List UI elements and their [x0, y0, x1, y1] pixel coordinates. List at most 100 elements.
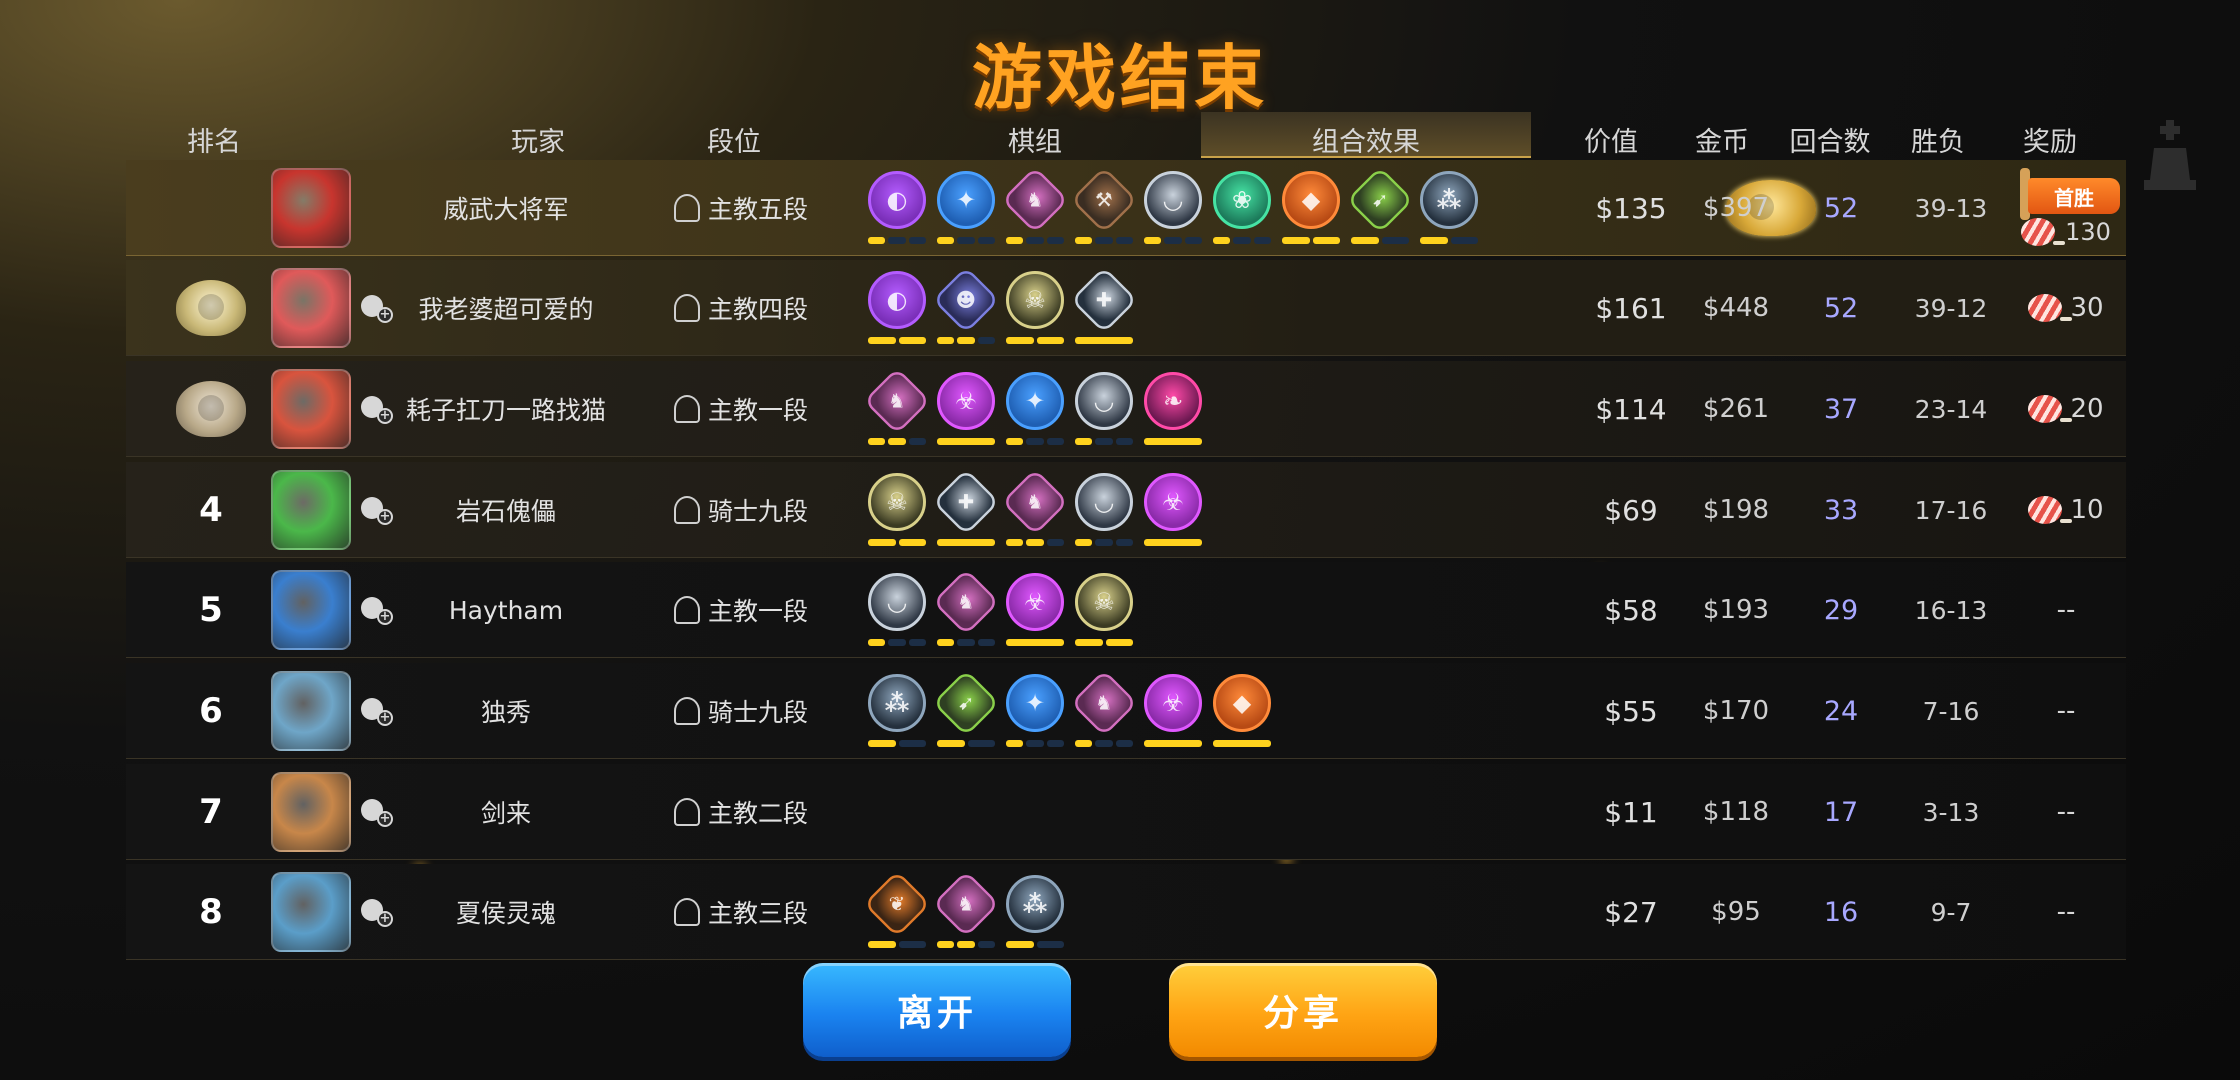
synergy-icon[interactable]: ✚	[1070, 266, 1138, 345]
avatar[interactable]	[261, 764, 361, 860]
synergy-icon[interactable]: ☠	[1004, 271, 1066, 345]
synergy-icon[interactable]: ❧	[1142, 372, 1204, 446]
add-friend-icon[interactable]: +	[351, 764, 401, 860]
synergy-icon[interactable]: ◡	[1073, 473, 1135, 547]
synergy-icon[interactable]: ❦	[863, 870, 931, 949]
share-button[interactable]: 分享	[1169, 963, 1437, 1057]
chess-piece-icon	[673, 194, 700, 222]
tier-label: 主教一段	[707, 597, 808, 626]
table-row[interactable]: 5 + Haytham 主教一段 ◡ ♞ ☣ ☠ $58 $193 29 16-13 --	[126, 562, 2126, 658]
synergy-level-bars	[937, 237, 995, 245]
synergy-icon[interactable]: ☣	[1004, 573, 1066, 647]
synergy-level-bars	[1006, 337, 1064, 345]
tab-combo-effects-label: 组合效果	[1312, 127, 1420, 158]
avatar[interactable]	[261, 663, 361, 759]
table-row[interactable]: 4 + 岩石傀儡 骑士九段 ☠ ✚ ♞ ◡ ☣ $69 $198 33 17-16 10	[126, 462, 2126, 558]
synergy-icon[interactable]: ✦	[935, 171, 997, 245]
synergy-icon[interactable]: ✦	[1004, 372, 1066, 446]
synergy-icon[interactable]: ⁂	[1418, 171, 1480, 245]
tier-label: 主教五段	[707, 195, 808, 224]
tier-cell: 骑士九段	[661, 663, 821, 759]
synergy-level-bars	[1075, 539, 1133, 547]
synergy-icon[interactable]: ➹	[1346, 166, 1414, 245]
synergy-level-bars	[1075, 740, 1133, 748]
synergy-icon[interactable]: ◡	[1073, 372, 1135, 446]
add-friend-icon[interactable]: +	[351, 462, 401, 558]
chess-king-icon	[2144, 120, 2196, 190]
header-rounds: 回合数	[1789, 127, 1871, 158]
synergy-icon[interactable]: ♞	[932, 870, 1000, 949]
leave-button[interactable]: 离开	[803, 963, 1071, 1057]
table-row[interactable]: + 耗子扛刀一路找猫 主教一段 ♞ ☣ ✦ ◡ ❧ $114 $261 37 23-14 2…	[126, 361, 2126, 457]
synergy-icon[interactable]: ◡	[866, 573, 928, 647]
chess-piece-icon	[673, 697, 700, 725]
synergy-icon[interactable]: ◐	[866, 171, 928, 245]
add-friend-icon[interactable]: +	[351, 361, 401, 457]
synergy-icon[interactable]: ♞	[932, 568, 1000, 647]
synergy-icon[interactable]: ◡	[1142, 171, 1204, 245]
header-value: 价值	[1584, 127, 1638, 158]
rounds-cell: 29	[1823, 594, 1859, 626]
synergy-icon[interactable]: ☠	[866, 473, 928, 547]
avatar[interactable]	[261, 462, 361, 558]
synergy-level-bars	[1351, 237, 1409, 245]
gold-cell: $448	[1702, 293, 1770, 323]
reward-cell: 30	[2006, 260, 2126, 356]
avatar[interactable]	[261, 260, 361, 356]
table-row[interactable]: 8 + 夏侯灵魂 主教三段 ❦ ♞ ⁂ $27 $95 16 9-7 --	[126, 864, 2126, 960]
header-synergy[interactable]: 棋组	[1008, 120, 1062, 159]
candy-icon	[2021, 218, 2066, 246]
add-friend-icon[interactable]: +	[351, 663, 401, 759]
rounds-cell: 52	[1823, 292, 1859, 324]
value-cell: $55	[1604, 694, 1658, 728]
add-friend-icon[interactable]: +	[351, 864, 401, 960]
tier-cell: 主教五段	[661, 160, 821, 256]
synergy-list: ☠ ✚ ♞ ◡ ☣	[866, 462, 1506, 558]
table-row[interactable]: + 我老婆超可爱的 主教四段 ◐ ☻ ☠ ✚ $161 $448 52 39-12 30	[126, 260, 2126, 356]
synergy-level-bars	[868, 941, 926, 949]
table-row[interactable]: 6 + 独秀 骑士九段 ⁂ ➹ ✦ ♞ ☣ ◆ $55 $170 24 7-16 --	[126, 663, 2126, 759]
synergy-level-bars	[1144, 539, 1202, 547]
reward-cell: --	[2056, 696, 2076, 726]
rank-medal-icon	[166, 361, 256, 457]
add-friend-icon[interactable]: +	[351, 260, 401, 356]
synergy-icon[interactable]: ◆	[1211, 674, 1273, 748]
value-cell: $161	[1595, 291, 1667, 325]
add-friend-icon[interactable]: +	[351, 562, 401, 658]
win-loss-cell: 3-13	[1922, 797, 1980, 827]
synergy-icon[interactable]: ⁂	[866, 674, 928, 748]
synergy-list: ❦ ♞ ⁂	[863, 864, 1506, 960]
table-row[interactable]: 威武大将军 主教五段 ◐ ✦ ♞ ⚒ ◡ ❀ ◆ ➹ ⁂ $135 $397 52 3	[126, 160, 2126, 256]
synergy-icon[interactable]: ☣	[1142, 473, 1204, 547]
reward-amount: 10	[2070, 495, 2104, 525]
synergy-icon[interactable]: ♞	[1070, 669, 1138, 748]
synergy-icon[interactable]: ➹	[932, 669, 1000, 748]
player-name: 夏侯灵魂	[455, 899, 556, 928]
synergy-icon[interactable]: ☣	[935, 372, 997, 446]
synergy-icon[interactable]: ☣	[1142, 674, 1204, 748]
tier-cell: 主教四段	[661, 260, 821, 356]
synergy-icon[interactable]: ♞	[1001, 166, 1069, 245]
gold-cell: $397	[1702, 193, 1770, 223]
synergy-icon[interactable]: ◆	[1280, 171, 1342, 245]
synergy-level-bars	[937, 639, 995, 647]
synergy-icon[interactable]: ♞	[863, 367, 931, 446]
synergy-level-bars	[1006, 740, 1064, 748]
avatar[interactable]	[261, 361, 361, 457]
synergy-icon[interactable]: ☻	[932, 266, 1000, 345]
avatar[interactable]	[261, 864, 361, 960]
table-row[interactable]: 7 + 剑来 主教二段 $11 $118 17 3-13 --	[126, 764, 2126, 860]
synergy-icon[interactable]: ♞	[1001, 468, 1069, 547]
synergy-icon[interactable]: ✦	[1004, 674, 1066, 748]
synergy-icon[interactable]: ❀	[1211, 171, 1273, 245]
synergy-icon[interactable]: ☠	[1073, 573, 1135, 647]
synergy-level-bars	[868, 337, 926, 345]
avatar[interactable]	[261, 562, 361, 658]
synergy-icon[interactable]: ⁂	[1004, 875, 1066, 949]
tab-combo-effects[interactable]: 组合效果	[1201, 112, 1531, 158]
rank-number: 8	[199, 892, 223, 932]
avatar[interactable]	[261, 160, 361, 256]
synergy-icon[interactable]: ⚒	[1070, 166, 1138, 245]
synergy-icon[interactable]: ◐	[866, 271, 928, 345]
synergy-icon[interactable]: ✚	[932, 468, 1000, 547]
